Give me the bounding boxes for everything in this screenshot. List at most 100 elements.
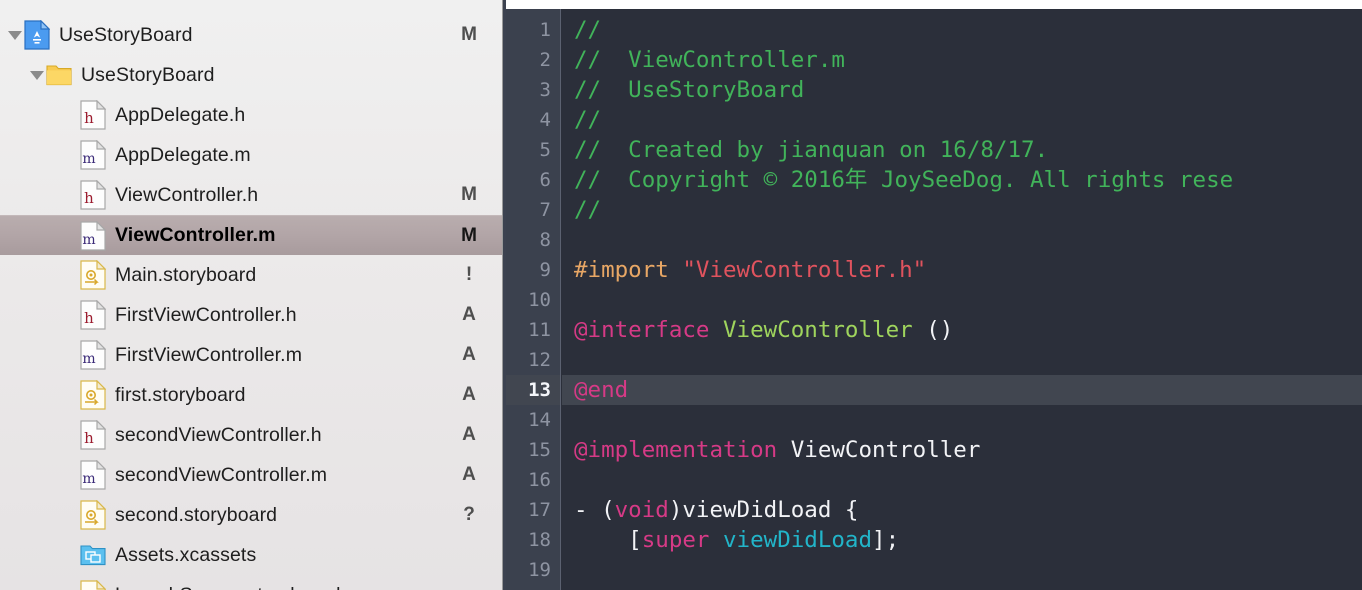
- code-line[interactable]: #import "ViewController.h": [562, 255, 1362, 285]
- code-token: void: [614, 497, 669, 523]
- scm-status-badge: M: [461, 24, 477, 45]
- code-line[interactable]: [562, 465, 1362, 495]
- code-token: ];: [872, 527, 900, 553]
- code-line[interactable]: [562, 555, 1362, 585]
- navigator-row[interactable]: h AppDelegate.h: [0, 95, 502, 135]
- svg-text:m: m: [82, 151, 95, 167]
- navigator-row-label: AppDelegate.m: [115, 143, 251, 166]
- line-number: 3: [539, 79, 551, 101]
- project-navigator[interactable]: UseStoryBoard M UseStoryBoard h AppDelega…: [0, 0, 503, 590]
- navigator-row[interactable]: h secondViewController.h A: [0, 415, 502, 455]
- code-token: #import: [574, 257, 683, 283]
- code-line[interactable]: [562, 285, 1362, 315]
- scm-status-badge: A: [462, 384, 476, 405]
- disclosure-spacer: [62, 266, 80, 284]
- line-number: 1: [539, 19, 551, 41]
- code-token: // UseStoryBoard: [574, 77, 805, 103]
- disclosure-spacer: [62, 426, 80, 444]
- source-file-icon: m: [80, 340, 106, 370]
- code-line[interactable]: [562, 345, 1362, 375]
- code-token: viewDidLoad: [723, 527, 873, 553]
- navigator-row[interactable]: m ViewController.m M: [0, 215, 502, 255]
- disclosure-triangle-icon[interactable]: [6, 26, 24, 44]
- navigator-row[interactable]: Main.storyboard!: [0, 255, 502, 295]
- editor-top-strip: [503, 0, 1362, 9]
- navigator-row[interactable]: h FirstViewController.h A: [0, 295, 502, 335]
- navigator-row[interactable]: m AppDelegate.m: [0, 135, 502, 175]
- code-line[interactable]: // Copyright © 2016年 JoySeeDog. All righ…: [562, 165, 1362, 195]
- scm-status-badge: A: [462, 304, 476, 325]
- navigator-row[interactable]: h ViewController.h M: [0, 175, 502, 215]
- navigator-row[interactable]: first.storyboard A: [0, 375, 502, 415]
- svg-text:m: m: [82, 471, 95, 487]
- navigator-row[interactable]: second.storyboard?: [0, 495, 502, 535]
- navigator-row-label: FirstViewController.m: [115, 343, 303, 366]
- line-number: 10: [528, 289, 551, 311]
- navigator-row[interactable]: UseStoryBoard: [0, 55, 502, 95]
- source-file-icon: m: [80, 220, 106, 251]
- xcode-project-icon: [24, 20, 50, 50]
- disclosure-triangle-icon[interactable]: [28, 66, 46, 84]
- line-number: 15: [528, 439, 551, 461]
- code-token: // Copyright © 2016年 JoySeeDog. All righ…: [574, 167, 1234, 193]
- code-token: //: [574, 107, 602, 133]
- scm-status-badge: A: [462, 464, 476, 485]
- code-token: // Created by jianquan on 16/8/17.: [574, 137, 1049, 163]
- line-number: 5: [539, 139, 551, 161]
- code-line[interactable]: [super viewDidLoad];: [562, 525, 1362, 555]
- source-editor-pane[interactable]: 1 2 3 4 5 6 7 8 9 10 11 12 13 14 15 16 17 18 19 //// ViewC…: [503, 0, 1362, 590]
- code-line[interactable]: - (void)viewDidLoad {: [562, 495, 1362, 525]
- code-line[interactable]: // UseStoryBoard: [562, 75, 1362, 105]
- line-number: 8: [539, 229, 551, 251]
- code-line[interactable]: @implementation ViewController: [562, 435, 1362, 465]
- navigator-row[interactable]: LaunchScreen.storyboard: [0, 575, 502, 590]
- disclosure-spacer: [62, 306, 80, 324]
- disclosure-spacer: [62, 586, 80, 590]
- code-token: @interface: [574, 317, 724, 343]
- disclosure-spacer: [62, 386, 80, 404]
- navigator-row-label: AppDelegate.h: [115, 103, 246, 126]
- code-token: ViewController: [790, 437, 981, 463]
- storyboard-file-icon: [80, 260, 106, 290]
- code-line[interactable]: @interface ViewController (): [562, 315, 1362, 345]
- line-number: 17: [528, 499, 551, 521]
- code-line[interactable]: @end: [562, 375, 1362, 405]
- header-file-icon: h: [80, 420, 106, 450]
- navigator-row-label: secondViewController.h: [115, 423, 322, 446]
- disclosure-spacer: [62, 346, 80, 364]
- svg-text:m: m: [82, 232, 95, 248]
- storyboard-file-icon: [80, 500, 106, 530]
- code-token: //: [574, 197, 602, 223]
- line-number: 19: [528, 559, 551, 581]
- navigator-row[interactable]: Assets.xcassets: [0, 535, 502, 575]
- svg-text:m: m: [82, 351, 95, 367]
- storyboard-file-icon: [80, 380, 106, 410]
- scm-status-badge: !: [465, 264, 473, 285]
- line-number: 13: [528, 379, 551, 401]
- folder-icon: [46, 60, 72, 90]
- xcassets-folder-icon: [80, 540, 106, 570]
- code-line[interactable]: // ViewController.m: [562, 45, 1362, 75]
- code-line[interactable]: //: [562, 195, 1362, 225]
- disclosure-spacer: [62, 106, 80, 124]
- line-number: 18: [528, 529, 551, 551]
- navigator-row[interactable]: m secondViewController.m A: [0, 455, 502, 495]
- navigator-row-label: second.storyboard: [115, 503, 278, 526]
- code-editor[interactable]: 1 2 3 4 5 6 7 8 9 10 11 12 13 14 15 16 17 18 19 //// ViewC…: [506, 9, 1362, 590]
- navigator-row[interactable]: m FirstViewController.m A: [0, 335, 502, 375]
- navigator-row-label: first.storyboard: [115, 383, 246, 406]
- line-number: 6: [539, 169, 551, 191]
- code-token: "ViewController.h": [682, 257, 927, 283]
- code-line[interactable]: //: [562, 15, 1362, 45]
- line-number: 16: [528, 469, 551, 491]
- line-number: 14: [528, 409, 551, 431]
- code-line[interactable]: // Created by jianquan on 16/8/17.: [562, 135, 1362, 165]
- code-line[interactable]: [562, 225, 1362, 255]
- navigator-row[interactable]: UseStoryBoard M: [0, 15, 502, 55]
- scm-status-badge: M: [461, 224, 477, 246]
- code-line[interactable]: //: [562, 105, 1362, 135]
- navigator-row-label: ViewController.h: [115, 183, 259, 206]
- code-text-area[interactable]: // // ViewController.m // UseStoryBoard // /…: [562, 9, 1362, 590]
- code-token: [: [574, 527, 642, 553]
- code-line[interactable]: [562, 405, 1362, 435]
